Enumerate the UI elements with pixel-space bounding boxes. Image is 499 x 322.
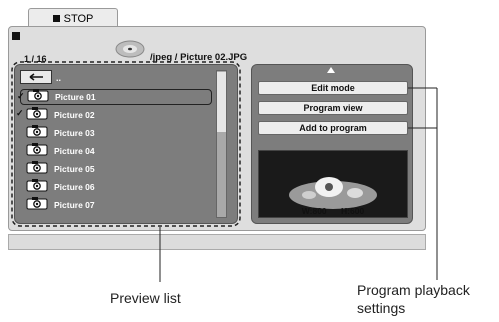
callout-lines xyxy=(159,87,438,282)
program-settings-caption-line2: settings xyxy=(357,300,406,316)
program-settings-caption-line1: Program playback xyxy=(357,282,470,298)
preview-list-caption: Preview list xyxy=(110,290,181,306)
